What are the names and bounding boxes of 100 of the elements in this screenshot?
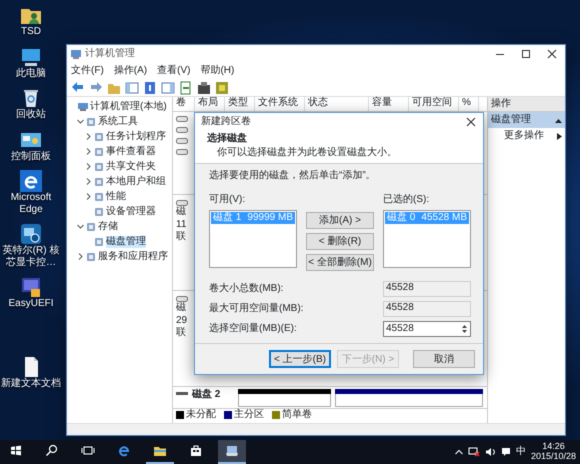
- icon-label[interactable]: 此电脑: [16, 68, 46, 79]
- clock-date: 2015/10/28: [530, 452, 576, 462]
- column-header[interactable]: %: [459, 97, 479, 111]
- instruction-text: 选择要使用的磁盘，然后单击“添加”。: [209, 170, 377, 182]
- submenu-arrow-icon: [557, 132, 562, 140]
- disk-size: 99999 MB: [247, 212, 293, 224]
- graphics-panel-icon[interactable]: [20, 223, 42, 245]
- dialog-button[interactable]: < 上一步(B): [269, 350, 331, 368]
- chevron-up-icon[interactable]: [454, 449, 463, 455]
- menu-item[interactable]: 文件(F): [71, 65, 104, 77]
- icon-label[interactable]: 英特尔(R) 核芯显卡控…: [1, 245, 61, 268]
- drive-icon: [176, 137, 188, 144]
- icon-label[interactable]: EasyUEFI: [8, 298, 54, 310]
- chevron-down-icon[interactable]: [77, 223, 84, 230]
- notification-icon[interactable]: [500, 447, 511, 457]
- collapse-icon[interactable]: [555, 118, 562, 122]
- computer-icon: [225, 444, 239, 458]
- column-header[interactable]: 文件系统: [255, 97, 305, 111]
- column-header[interactable]: 类型: [225, 97, 255, 111]
- tree-item[interactable]: 计算机管理(本地): [90, 100, 167, 112]
- chevron-down-icon[interactable]: [77, 118, 84, 125]
- disk-label: 联: [176, 327, 186, 340]
- legend-label: 简单卷: [282, 409, 312, 421]
- tree-item[interactable]: 共享文件夹: [106, 160, 156, 172]
- tree-item[interactable]: 性能: [106, 190, 126, 202]
- icon-label[interactable]: 新建文本文档: [1, 378, 61, 390]
- actions-header: 操作: [488, 97, 565, 112]
- column-header[interactable]: 布局: [195, 97, 225, 111]
- tree-item[interactable]: 服务和应用程序: [98, 250, 168, 262]
- tree-item[interactable]: 任务计划程序: [106, 130, 166, 142]
- panel-icon[interactable]: [125, 80, 139, 94]
- spin-arrows-icon[interactable]: [461, 323, 468, 335]
- disk-label: 联: [176, 231, 186, 244]
- store-icon: [189, 444, 203, 458]
- forward-icon[interactable]: [89, 80, 103, 94]
- partition-block[interactable]: [238, 389, 331, 407]
- column-header[interactable]: 卷: [173, 97, 195, 111]
- drive-icon: [176, 126, 188, 133]
- drive-icon: [176, 148, 188, 155]
- window-title: 计算机管理: [85, 48, 136, 60]
- dialog-heading: 选择磁盘: [207, 133, 248, 145]
- spin-field[interactable]: 45528: [383, 321, 471, 337]
- tree-item[interactable]: 系统工具: [98, 116, 138, 128]
- disk-label: 11: [176, 218, 186, 231]
- tree-item[interactable]: 存储: [98, 220, 118, 232]
- browser-icon[interactable]: [20, 170, 42, 192]
- menu-item[interactable]: 查看(V): [157, 65, 190, 77]
- icon-label[interactable]: Microsoft Edge: [1, 192, 61, 215]
- field-value: 45528: [386, 323, 415, 335]
- legend-label: 未分配: [186, 409, 216, 421]
- back-icon[interactable]: [71, 80, 85, 94]
- icon-label[interactable]: 回收站: [16, 109, 46, 120]
- disk-label: 磁: [176, 206, 186, 218]
- chevron-right-icon[interactable]: [85, 148, 92, 155]
- node-icon: [94, 162, 104, 172]
- readonly-field: 45528: [383, 301, 471, 317]
- drive-icon: [176, 295, 188, 302]
- tree-item[interactable]: 事件查看器: [106, 146, 156, 158]
- app-icon[interactable]: [20, 276, 42, 298]
- input-method-indicator[interactable]: 中: [516, 446, 526, 458]
- clock-time: 14:26: [541, 442, 566, 452]
- action-link[interactable]: 更多操作: [504, 130, 544, 142]
- node-icon: [94, 236, 104, 246]
- chevron-right-icon[interactable]: [85, 178, 92, 185]
- chevron-right-icon[interactable]: [85, 133, 92, 140]
- panel-icon[interactable]: [161, 80, 175, 94]
- move-button[interactable]: < 全部删除(M): [306, 254, 374, 271]
- search-icon: [45, 444, 59, 458]
- menu-item[interactable]: 帮助(H): [200, 65, 234, 77]
- chevron-right-icon[interactable]: [77, 253, 84, 260]
- computer-icon: [78, 102, 88, 112]
- chevron-right-icon[interactable]: [85, 193, 92, 200]
- icon-label[interactable]: TSD: [21, 26, 41, 38]
- move-button[interactable]: < 删除(R): [306, 233, 374, 250]
- tree-item[interactable]: 磁盘管理: [106, 236, 146, 248]
- menu-item[interactable]: 操作(A): [114, 65, 148, 77]
- column-header[interactable]: 可用空间: [409, 97, 459, 111]
- network-icon[interactable]: [468, 447, 480, 457]
- taskbar-button[interactable]: [218, 440, 246, 464]
- clock[interactable]: 14:26 2015/10/28: [530, 442, 576, 462]
- disk-label: 29: [176, 314, 188, 327]
- app-icon: [71, 49, 81, 59]
- move-button[interactable]: 添加(A) >: [306, 212, 374, 229]
- drive-icon: [176, 199, 188, 206]
- disk-name: 磁盘 1: [213, 212, 242, 224]
- column-header[interactable]: 状态: [305, 97, 369, 111]
- field-label: 最大可用空间量(MB):: [209, 303, 304, 315]
- readonly-field: 45528: [383, 281, 471, 297]
- dialog-button[interactable]: 取消: [413, 350, 475, 368]
- partition-block[interactable]: [334, 389, 483, 407]
- icon-label[interactable]: 控制面板: [11, 150, 51, 162]
- node-icon: [86, 116, 96, 126]
- chevron-right-icon[interactable]: [85, 163, 92, 170]
- disk-size: 45528 MB: [421, 212, 467, 224]
- dialog-subtitle: 你可以选择磁盘并为此卷设置磁盘大小。: [216, 147, 398, 159]
- tree-item[interactable]: 设备管理器: [106, 206, 156, 218]
- column-header[interactable]: 容量: [369, 97, 409, 111]
- disk-label: 磁: [176, 302, 186, 314]
- volume-icon[interactable]: [484, 447, 496, 457]
- tree-item[interactable]: 本地用户和组: [106, 176, 166, 188]
